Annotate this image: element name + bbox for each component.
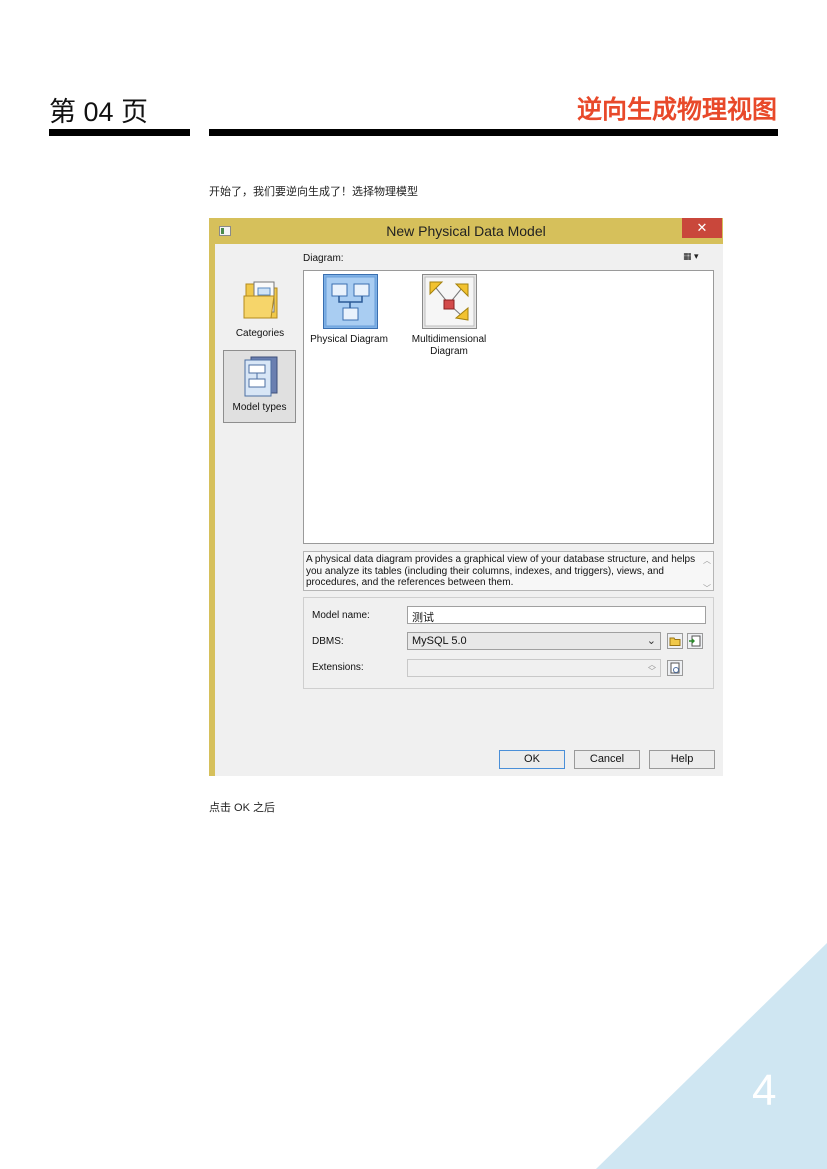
folder-icon xyxy=(243,281,278,319)
header-rule-left xyxy=(49,129,190,136)
diagram-type-list: Physical Diagram Multidimensional Diagra… xyxy=(303,270,714,544)
sidebar-item-categories[interactable]: Categories xyxy=(224,274,296,344)
description-text: A physical data diagram provides a graph… xyxy=(306,554,696,588)
help-button[interactable]: Help xyxy=(649,750,715,769)
model-properties-group: Model name: 测试 DBMS: MySQL 5.0 ⌄ Extensi… xyxy=(303,597,714,689)
diagram-label: Diagram: xyxy=(303,253,344,264)
sidebar-label-model-types: Model types xyxy=(232,402,287,413)
diagram-type-multidimensional[interactable]: Multidimensional Diagram xyxy=(404,271,494,361)
import-icon xyxy=(689,635,701,647)
diagram-label-multidimensional-line2: Diagram xyxy=(430,346,468,357)
multidimensional-diagram-icon xyxy=(422,274,477,329)
dialog-titlebar[interactable]: New Physical Data Model ✕ xyxy=(209,218,723,244)
sidebar-label-categories: Categories xyxy=(235,328,285,339)
dbms-label: DBMS: xyxy=(312,636,344,647)
sidebar-item-model-types[interactable]: Model types xyxy=(223,350,296,423)
new-physical-data-model-dialog: New Physical Data Model ✕ Categories Mod… xyxy=(209,218,723,776)
dbms-value: MySQL 5.0 xyxy=(412,635,467,647)
model-name-label: Model name: xyxy=(312,610,370,621)
document-select-icon xyxy=(670,662,680,674)
close-button[interactable]: ✕ xyxy=(682,218,722,238)
spin-arrows-icon[interactable]: ︿ ﹀ xyxy=(648,661,656,676)
section-title: 逆向生成物理视图 xyxy=(576,96,777,124)
extensions-field[interactable]: ︿ ﹀ xyxy=(407,659,661,677)
intro-text: 开始了，我们要逆向生成了！选择物理模型 xyxy=(209,186,418,198)
dialog-client-area: Categories Model types Diagram: ▦ ▾ Phys… xyxy=(215,244,723,776)
view-mode-button[interactable]: ▦ ▾ xyxy=(683,251,713,265)
dbms-browse-button[interactable] xyxy=(667,633,683,649)
diagram-label-physical: Physical Diagram xyxy=(310,334,388,345)
extensions-select-button[interactable] xyxy=(667,660,683,676)
folder-open-icon xyxy=(669,637,681,646)
dbms-select[interactable]: MySQL 5.0 ⌄ xyxy=(407,632,661,650)
page-label: 第 04 页 xyxy=(49,97,149,127)
description-scrollbar[interactable]: ︿ ﹀ xyxy=(703,554,711,596)
diagram-label-multidimensional-line1: Multidimensional xyxy=(411,334,487,345)
model-name-input[interactable]: 测试 xyxy=(407,606,706,624)
header-rule-right xyxy=(209,129,778,136)
ok-button[interactable]: OK xyxy=(499,750,565,769)
chevron-down-icon[interactable]: ⌄ xyxy=(647,634,656,647)
dialog-title: New Physical Data Model xyxy=(386,223,546,239)
page-number: 4 xyxy=(752,1066,777,1115)
cancel-button[interactable]: Cancel xyxy=(574,750,640,769)
model-types-icon xyxy=(244,356,278,397)
diagram-type-physical[interactable]: Physical Diagram xyxy=(304,271,394,361)
dbms-import-button[interactable] xyxy=(687,633,703,649)
diagram-description: A physical data diagram provides a graph… xyxy=(303,551,714,593)
physical-diagram-icon xyxy=(323,274,378,329)
after-text: 点击 OK 之后 xyxy=(209,802,276,814)
extensions-label: Extensions: xyxy=(312,662,364,673)
